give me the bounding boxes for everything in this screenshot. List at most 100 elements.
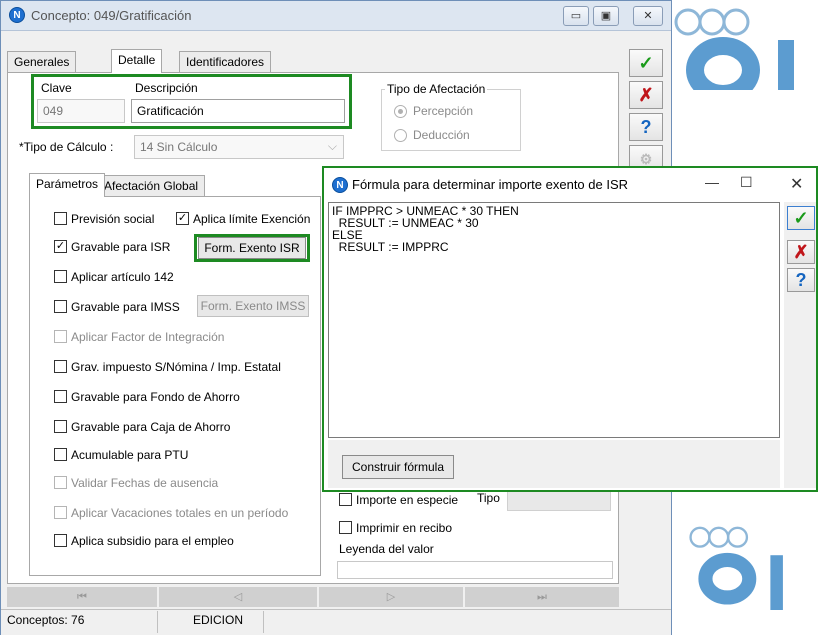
imprimir-recibo-label: Imprimir en recibo: [356, 521, 453, 535]
dialog-titlebar: N Fórmula para determinar importe exento…: [324, 168, 816, 202]
deduccion-radio[interactable]: [394, 129, 407, 142]
aplicar-142-checkbox[interactable]: [54, 270, 67, 283]
importe-especie-label: Importe en especie: [356, 493, 459, 507]
tipo-label: Tipo: [477, 491, 500, 505]
fondo-ahorro-checkbox[interactable]: [54, 390, 67, 403]
aplica-limite-checkbox[interactable]: ✓: [176, 212, 189, 225]
importe-especie-checkbox[interactable]: [339, 493, 352, 506]
fechas-ausencia-row[interactable]: Validar Fechas de ausencia: [54, 476, 254, 492]
aplicar-142-label: Aplicar artículo 142: [71, 270, 174, 284]
ptu-checkbox[interactable]: [54, 448, 67, 461]
tipo-afectacion-label: Tipo de Afectación: [385, 82, 488, 96]
caja-ahorro-checkbox[interactable]: [54, 420, 67, 433]
dialog-title: Fórmula para determinar importe exento d…: [352, 177, 629, 192]
ptu-row[interactable]: Acumulable para PTU: [54, 448, 234, 464]
descripcion-label: Descripción: [135, 81, 198, 95]
minimize-button[interactable]: ▭: [563, 6, 589, 26]
leyenda-label: Leyenda del valor: [339, 542, 434, 556]
factor-integracion-row[interactable]: Aplicar Factor de Integración: [54, 330, 254, 346]
fondo-ahorro-row[interactable]: Gravable para Fondo de Ahorro: [54, 390, 264, 406]
aplica-limite-row[interactable]: ✓ Aplica límite Exención: [176, 212, 316, 228]
formula-dialog: N Fórmula para determinar importe exento…: [322, 166, 818, 492]
nav-prev-button[interactable]: ◁: [159, 587, 317, 607]
tab-detalle[interactable]: Detalle: [111, 49, 163, 73]
aplicar-142-row[interactable]: Aplicar artículo 142: [54, 270, 184, 286]
clave-label: Clave: [41, 81, 72, 95]
dialog-app-logo-icon: N: [332, 177, 348, 193]
help-button[interactable]: ?: [629, 113, 663, 141]
nav-next-button[interactable]: ▷: [319, 587, 463, 607]
fondo-ahorro-label: Gravable para Fondo de Ahorro: [71, 390, 240, 404]
window-title: Concepto: 049/Gratificación: [31, 8, 192, 23]
formula-editor[interactable]: IF IMPPRC > UNMEAC * 30 THEN RESULT := U…: [328, 202, 780, 438]
main-tabs: Generales Detalle Identificadores: [7, 49, 617, 73]
dialog-minimize-button[interactable]: —: [705, 174, 719, 190]
imprimir-recibo-checkbox[interactable]: [339, 521, 352, 534]
window-titlebar: N Concepto: 049/Gratificación ▭ ▣ ✕: [1, 1, 671, 31]
factor-integracion-label: Aplicar Factor de Integración: [71, 330, 225, 344]
maximize-button[interactable]: ▣: [593, 6, 619, 26]
subsidio-row[interactable]: Aplica subsidio para el empleo: [54, 534, 274, 550]
subtab-parametros[interactable]: Parámetros: [29, 173, 106, 197]
chevron-down-icon: ⌵: [327, 139, 337, 153]
formula-line: RESULT := UNMEAC * 30: [332, 216, 479, 230]
background-logo-top: [674, 8, 794, 90]
percepcion-label: Percepción: [413, 104, 474, 118]
subsidio-label: Aplica subsidio para el empleo: [71, 534, 234, 548]
grav-impuesto-label: Grav. impuesto S/Nómina / Imp. Estatal: [71, 360, 281, 374]
form-exento-imss-button[interactable]: Form. Exento IMSS: [197, 295, 309, 317]
gravable-imss-row[interactable]: Gravable para IMSS: [54, 300, 184, 316]
status-modo: EDICION: [193, 613, 244, 627]
nav-first-button[interactable]: ⏮: [7, 587, 157, 607]
grav-impuesto-checkbox[interactable]: [54, 360, 67, 373]
formula-line: RESULT := IMPPRC: [332, 240, 449, 254]
subtab-afectacion-global[interactable]: Afectación Global: [97, 175, 206, 197]
aplica-limite-label: Aplica límite Exención: [193, 212, 311, 226]
ptu-label: Acumulable para PTU: [71, 448, 189, 462]
dialog-close-button[interactable]: ✕: [790, 174, 803, 194]
status-conceptos: Conceptos: 76: [7, 613, 85, 627]
tipo-select[interactable]: [507, 489, 611, 511]
imprimir-recibo-row[interactable]: Imprimir en recibo: [339, 521, 509, 537]
vacaciones-row[interactable]: Aplicar Vacaciones totales en un período: [54, 506, 304, 522]
deduccion-label: Deducción: [413, 128, 470, 142]
factor-integracion-checkbox[interactable]: [54, 330, 67, 343]
dialog-maximize-button[interactable]: ☐: [740, 174, 753, 191]
tipo-calculo-label: *Tipo de Cálculo :: [19, 140, 114, 154]
fechas-ausencia-label: Validar Fechas de ausencia: [71, 476, 219, 490]
gravable-isr-label: Gravable para ISR: [71, 240, 171, 254]
tab-generales[interactable]: Generales: [7, 51, 77, 73]
status-divider: [157, 611, 158, 633]
dialog-cancel-button[interactable]: ✗: [787, 240, 815, 264]
dialog-help-button[interactable]: ?: [787, 268, 815, 292]
descripcion-field[interactable]: Gratificación: [131, 99, 345, 123]
construir-formula-button[interactable]: Construir fórmula: [342, 455, 454, 479]
gravable-imss-label: Gravable para IMSS: [71, 300, 180, 314]
tipo-calculo-select[interactable]: 14 Sin Cálculo ⌵: [134, 135, 344, 159]
dialog-footer: Construir fórmula: [328, 440, 780, 488]
caja-ahorro-row[interactable]: Gravable para Caja de Ahorro: [54, 420, 264, 436]
close-button[interactable]: ✕: [633, 6, 663, 26]
percepcion-radio[interactable]: [394, 105, 407, 118]
prevision-social-label: Previsión social: [71, 212, 155, 226]
vacaciones-checkbox[interactable]: [54, 506, 67, 519]
leyenda-field[interactable]: [337, 561, 613, 579]
form-exento-isr-button[interactable]: Form. Exento ISR: [198, 237, 306, 259]
accept-button[interactable]: ✓: [629, 49, 663, 77]
prevision-social-checkbox[interactable]: [54, 212, 67, 225]
clave-field[interactable]: 049: [37, 99, 125, 123]
tab-identificadores[interactable]: Identificadores: [179, 51, 272, 73]
cancel-button[interactable]: ✗: [629, 81, 663, 109]
dialog-accept-button[interactable]: ✓: [787, 206, 815, 230]
caja-ahorro-label: Gravable para Caja de Ahorro: [71, 420, 231, 434]
gravable-imss-checkbox[interactable]: [54, 300, 67, 313]
gravable-isr-checkbox[interactable]: ✓: [54, 240, 67, 253]
status-bar: [1, 609, 671, 635]
gravable-isr-row[interactable]: ✓ Gravable para ISR: [54, 240, 189, 256]
app-logo-icon: N: [9, 7, 25, 23]
prevision-social-row[interactable]: Previsión social: [54, 212, 169, 228]
fechas-ausencia-checkbox[interactable]: [54, 476, 67, 489]
grav-impuesto-row[interactable]: Grav. impuesto S/Nómina / Imp. Estatal: [54, 360, 304, 376]
nav-last-button[interactable]: ⏭: [465, 587, 619, 607]
subsidio-checkbox[interactable]: [54, 534, 67, 547]
